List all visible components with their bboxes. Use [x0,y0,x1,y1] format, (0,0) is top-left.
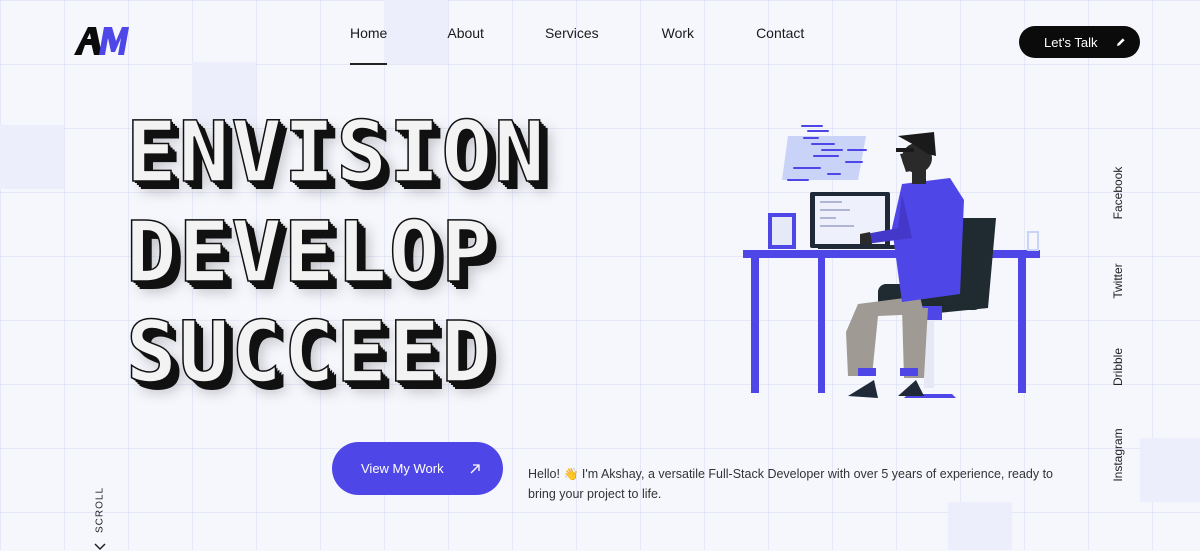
wave-icon: 👋 [563,466,579,481]
social-twitter[interactable]: Twitter [1111,263,1125,298]
lets-talk-button[interactable]: Let's Talk [1019,26,1140,58]
nav-home[interactable]: Home [350,0,388,66]
background-tile [0,125,64,189]
main-nav: Home About Services Work Contact [340,0,804,66]
pencil-icon [1117,38,1125,46]
intro-body: I'm Akshay, a versatile Full-Stack Devel… [528,466,1054,501]
lets-talk-label: Let's Talk [1044,34,1098,50]
intro-greeting: Hello! [528,466,560,481]
hero-headline: ENVISION DEVELOP SUCCEED [125,102,547,402]
social-instagram[interactable]: Instagram [1111,428,1125,481]
nav-work[interactable]: Work [662,0,694,66]
nav-about[interactable]: About [447,0,484,66]
logo[interactable] [72,24,130,63]
scroll-label: SCROLL [94,486,106,534]
developer-illustration [743,125,1040,398]
hero-line-develop: DEVELOP [125,202,495,302]
arrow-up-right-icon [470,463,480,473]
view-my-work-button[interactable]: View My Work [332,442,503,495]
nav-contact[interactable]: Contact [756,0,804,66]
social-dribbble[interactable]: Dribble [1111,348,1125,386]
hero-line-succeed: SUCCEED [125,302,495,402]
social-facebook[interactable]: Facebook [1111,167,1125,220]
background-tile [1140,438,1200,502]
intro-text: Hello! 👋 I'm Akshay, a versatile Full-St… [528,464,1068,504]
am-logo-icon [74,27,129,55]
hero-line-envision: ENVISION [125,102,547,202]
nav-services[interactable]: Services [545,0,599,66]
background-tile [948,502,1012,550]
view-my-work-label: View My Work [361,461,444,476]
